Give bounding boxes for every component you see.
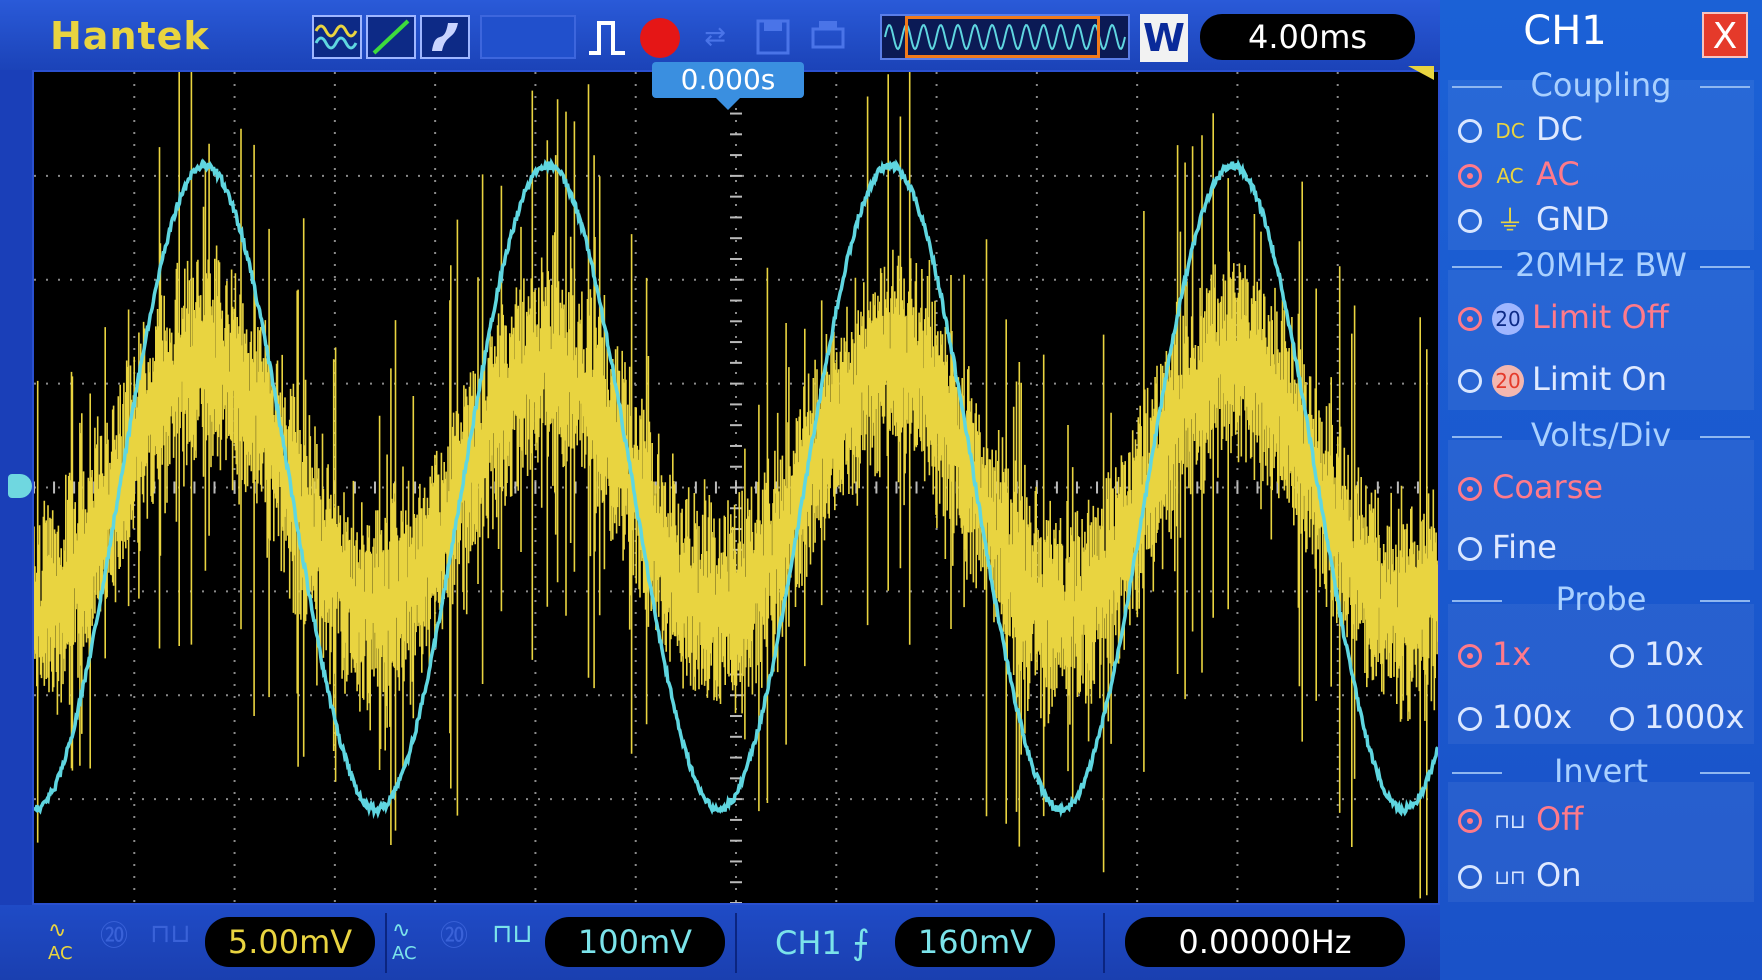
radio-gnd [1458, 209, 1482, 233]
invert-off-label: Off [1536, 800, 1584, 838]
ch2-bw-icon: ⑳ [440, 919, 469, 952]
disk-icon [750, 15, 796, 59]
probe-10x-label: 10x [1644, 635, 1704, 673]
radio-1000x [1610, 707, 1634, 731]
coupling-heading: Coupling [1440, 66, 1762, 104]
radio-ac [1458, 164, 1482, 188]
radio-invert-off [1458, 809, 1482, 833]
coupling-ac-option[interactable]: AC AC [1458, 155, 1580, 193]
radio-limit-off [1458, 307, 1482, 331]
ground-icon: ⏚ [1495, 204, 1524, 237]
bw-20-icon: 20 [1492, 303, 1524, 335]
ch2-invert-icon: ⊓⊔ [492, 919, 533, 949]
usb-icon: ⇄ [704, 22, 726, 52]
trigger-edge-icon[interactable] [585, 15, 631, 59]
probe-100x-label: 100x [1492, 698, 1573, 736]
rising-edge-icon: ⨍ [851, 923, 870, 963]
ch1-invert-icon: ⊓⊔ [150, 919, 191, 949]
probe-1000x-option[interactable]: 1000x [1610, 698, 1744, 736]
volts-fine-label: Fine [1492, 528, 1557, 566]
trigger-source[interactable]: CH1 ⨍ [775, 923, 870, 963]
bw-limit-off-option[interactable]: 20 Limit Off [1458, 298, 1669, 336]
invert-on-label: On [1536, 856, 1582, 894]
frequency-counter: 0.00000Hz [1125, 917, 1405, 967]
invert-heading: Invert [1440, 752, 1762, 790]
divider [1103, 913, 1105, 973]
radio-dc [1458, 119, 1482, 143]
probe-1x-label: 1x [1492, 635, 1532, 673]
radio-100x [1458, 707, 1482, 731]
invert-off-option[interactable]: ⊓⊔ Off [1458, 800, 1583, 838]
close-button[interactable]: X [1702, 12, 1748, 58]
volts-fine-option[interactable]: Fine [1458, 528, 1557, 566]
radio-coarse [1458, 477, 1482, 501]
waveform-display [32, 70, 1440, 905]
coupling-ac-label: AC [1536, 155, 1580, 193]
trigger-source-label: CH1 [775, 924, 842, 962]
invert-icon: ⊓⊔ [1494, 809, 1526, 833]
probe-10x-option[interactable]: 10x [1610, 635, 1704, 673]
brand-logo: Hantek [50, 14, 210, 58]
coupling-gnd-option[interactable]: ⏚ GND [1458, 200, 1609, 238]
ac-icon: AC [1496, 164, 1524, 188]
coupling-dc-label: DC [1536, 110, 1583, 148]
coupling-gnd-label: GND [1536, 200, 1610, 238]
radio-1x [1458, 644, 1482, 668]
timebase-readout[interactable]: 4.00ms [1200, 14, 1415, 60]
bw-limit-off-label: Limit Off [1532, 298, 1669, 336]
persistence-icon[interactable] [420, 15, 470, 59]
divider [735, 913, 737, 973]
trigger-position-label[interactable]: 0.000s [652, 62, 804, 110]
ch2-ac-coupling-icon: ∿ AC [392, 918, 417, 965]
invert-icon: ⊔⊓ [1494, 865, 1526, 889]
trigger-level[interactable]: 160mV [895, 917, 1055, 967]
print-icon [805, 15, 851, 59]
oscilloscope-screen: Hantek ⇄ W 4.00ms 0.000s ∿ AC ⑳ ⊓⊔ 5.00m… [0, 0, 1762, 980]
radio-invert-on [1458, 865, 1482, 889]
radio-10x [1610, 644, 1634, 668]
bandwidth-heading: 20MHz BW [1440, 246, 1762, 284]
status-slot [480, 15, 576, 59]
divider [385, 913, 387, 973]
ch-level-marker[interactable] [8, 474, 32, 498]
probe-100x-option[interactable]: 100x [1458, 698, 1572, 736]
waveform-icon[interactable] [312, 15, 362, 59]
dc-icon: DC [1495, 119, 1525, 143]
memory-view-window[interactable] [905, 16, 1100, 58]
ch1-ac-coupling-icon: ∿ AC [48, 918, 73, 965]
waveform-plot [34, 72, 1438, 903]
probe-heading: Probe [1440, 580, 1762, 618]
invert-on-option[interactable]: ⊔⊓ On [1458, 856, 1581, 894]
voltsdiv-heading: Volts/Div [1440, 416, 1762, 454]
bw-20-limit-icon: 20 [1492, 365, 1524, 397]
ch2-volts-div[interactable]: 100mV [545, 917, 725, 967]
probe-1000x-label: 1000x [1644, 698, 1745, 736]
window-mode-badge[interactable]: W [1140, 14, 1188, 62]
vector-mode-icon[interactable] [366, 15, 416, 59]
probe-1x-option[interactable]: 1x [1458, 635, 1531, 673]
record-icon[interactable] [640, 18, 680, 58]
radio-limit-on [1458, 369, 1482, 393]
volts-coarse-option[interactable]: Coarse [1458, 468, 1603, 506]
bw-limit-on-option[interactable]: 20 Limit On [1458, 360, 1667, 398]
ch1-volts-div[interactable]: 5.00mV [205, 917, 375, 967]
ch1-bw-icon: ⑳ [100, 919, 129, 952]
top-status-bar: Hantek ⇄ W 4.00ms [0, 0, 1440, 70]
bw-limit-on-label: Limit On [1532, 360, 1667, 398]
radio-fine [1458, 537, 1482, 561]
menu-title: CH1 [1523, 8, 1607, 54]
volts-coarse-label: Coarse [1492, 468, 1604, 506]
bottom-status-bar: ∿ AC ⑳ ⊓⊔ 5.00mV ∿ AC ⑳ ⊓⊔ 100mV CH1 ⨍ 160… [0, 905, 1440, 980]
coupling-dc-option[interactable]: DC DC [1458, 110, 1583, 148]
trigger-indicator [1408, 66, 1434, 80]
channel-menu: CH1 X Coupling DC DC AC AC ⏚ GND 20MHz BW 2… [1440, 0, 1762, 980]
